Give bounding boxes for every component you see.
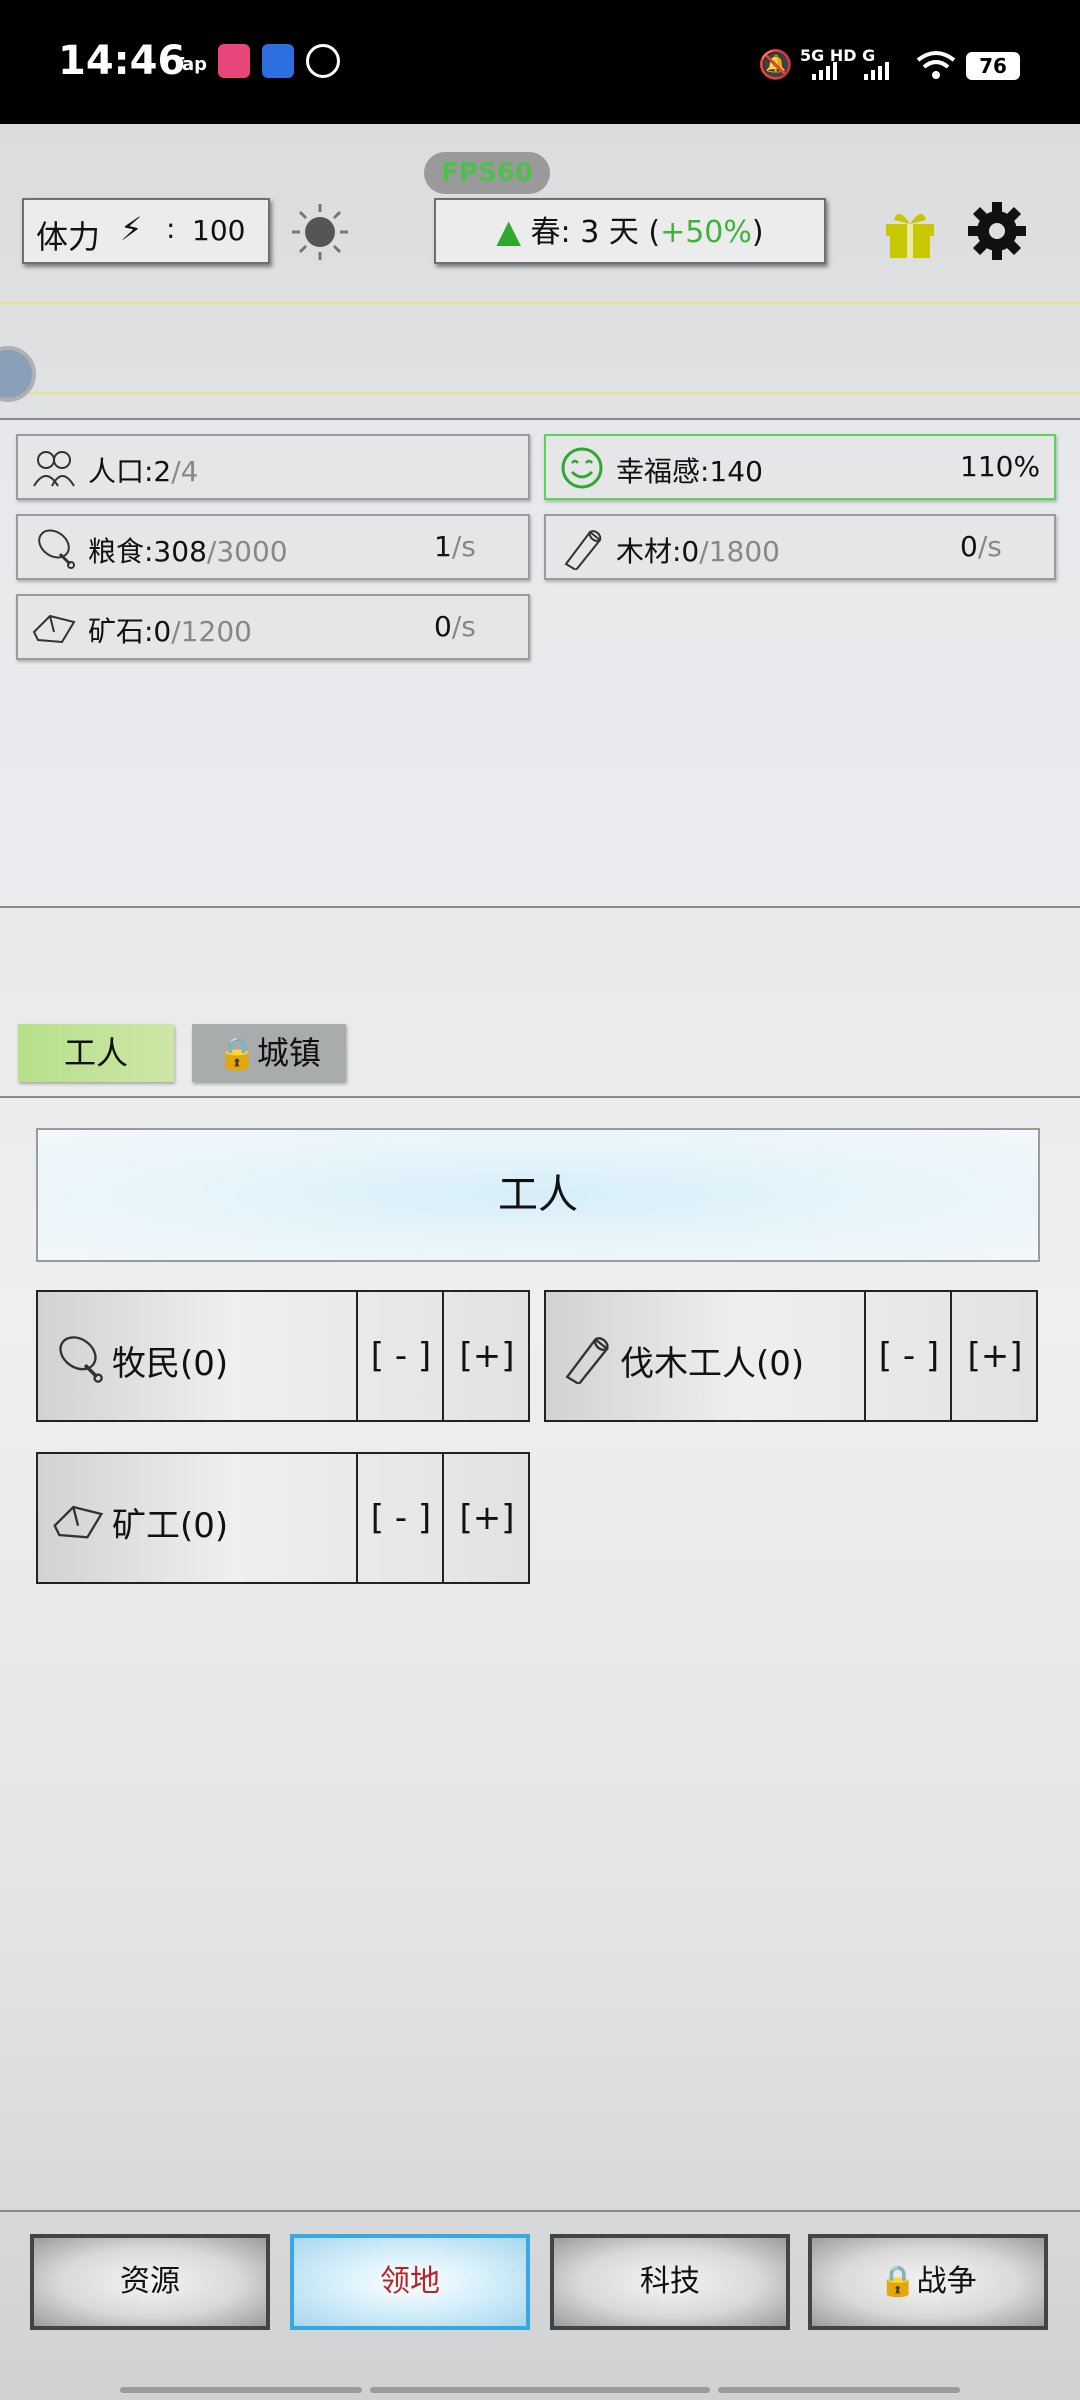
stamina-separator: : bbox=[166, 212, 176, 245]
meat-icon bbox=[52, 1332, 104, 1388]
log-icon bbox=[560, 1330, 612, 1388]
wood-label: 木材:0 bbox=[616, 535, 700, 568]
food-rate: 1 bbox=[434, 530, 452, 563]
fps-counter: FPS60 bbox=[424, 152, 550, 194]
wood-rate-unit: /s bbox=[977, 530, 1002, 563]
wood-item: 木材:0/1800 0/s bbox=[544, 514, 1056, 580]
worker-herder: 牧民(0) [ - ] [+] bbox=[36, 1290, 530, 1422]
people-icon bbox=[32, 448, 76, 495]
stamina-label: 体力 bbox=[36, 218, 101, 256]
season-bonus: +50% bbox=[660, 215, 752, 250]
resource-panel: 人口:2/4 幸福感:140 110% 粮食:308/3000 1/s 木材:0… bbox=[0, 418, 1080, 908]
ore-icon bbox=[52, 1500, 104, 1546]
ore-rate-unit: /s bbox=[451, 610, 476, 643]
population-item: 人口:2/4 bbox=[16, 434, 530, 500]
gift-icon[interactable] bbox=[880, 202, 940, 262]
food-cap: /3000 bbox=[206, 535, 288, 568]
log-icon bbox=[560, 524, 604, 577]
ore-icon bbox=[32, 610, 76, 653]
lumberjack-minus-button[interactable]: [ - ] bbox=[864, 1292, 952, 1420]
workers-panel: 工人 牧民(0) [ - ] [+] 伐木工人(0) [ - ] [+] 矿工(… bbox=[0, 1096, 1080, 2212]
population-cap: /4 bbox=[171, 455, 199, 488]
tap-app-icon: Tap bbox=[172, 54, 207, 75]
home-indicator bbox=[370, 2387, 710, 2393]
lock-icon: 🔒 bbox=[217, 1034, 257, 1072]
battery-icon: 76 bbox=[966, 52, 1020, 80]
ore-cap: /1200 bbox=[171, 615, 252, 648]
nav-territory[interactable]: 领地 bbox=[290, 2234, 530, 2330]
wood-rate: 0 bbox=[960, 530, 978, 563]
season-close: ) bbox=[751, 215, 764, 250]
happiness-percent: 110% bbox=[960, 450, 1041, 483]
tab-workers[interactable]: 工人 bbox=[18, 1024, 174, 1082]
nav-resources[interactable]: 资源 bbox=[30, 2234, 270, 2330]
event-band bbox=[0, 302, 1080, 394]
lock-icon: 🔒 bbox=[879, 2264, 917, 2299]
wifi-icon bbox=[916, 50, 956, 80]
home-indicator bbox=[120, 2387, 362, 2393]
worker-miner: 矿工(0) [ - ] [+] bbox=[36, 1452, 530, 1584]
nav-war-label: 战争 bbox=[916, 2264, 977, 2299]
season-text: 春: 3 天 ( bbox=[530, 215, 661, 250]
tab-town-label: 城镇 bbox=[256, 1034, 321, 1072]
app-icon bbox=[306, 44, 340, 78]
lightning-icon: ⚡ bbox=[120, 210, 143, 248]
stamina-box: 体力 ⚡ : 100 bbox=[22, 198, 270, 264]
worker-miner-label: 矿工(0) bbox=[112, 1506, 229, 1546]
happiness-label: 幸福感:140 bbox=[616, 455, 763, 488]
sun-icon[interactable] bbox=[290, 202, 350, 262]
mute-icon: 🔕 bbox=[758, 48, 793, 81]
season-box[interactable]: ▲ 春: 3 天 (+50%) bbox=[434, 198, 826, 264]
nav-war[interactable]: 🔒战争 bbox=[808, 2234, 1048, 2330]
stamina-value: 100 bbox=[192, 214, 246, 247]
worker-lumberjack-label: 伐木工人(0) bbox=[620, 1344, 805, 1384]
smile-icon bbox=[560, 446, 604, 497]
herder-minus-button[interactable]: [ - ] bbox=[356, 1292, 444, 1420]
food-label: 粮食:308 bbox=[88, 535, 207, 568]
gear-icon[interactable] bbox=[966, 200, 1028, 262]
wood-cap: /1800 bbox=[699, 535, 780, 568]
tree-icon: ▲ bbox=[496, 212, 521, 250]
herder-plus-button[interactable]: [+] bbox=[442, 1292, 530, 1420]
food-item: 粮食:308/3000 1/s bbox=[16, 514, 530, 580]
miner-minus-button[interactable]: [ - ] bbox=[356, 1454, 444, 1582]
worker-herder-label: 牧民(0) bbox=[112, 1344, 229, 1384]
tab-town[interactable]: 🔒城镇 bbox=[192, 1024, 346, 1082]
food-rate-unit: /s bbox=[451, 530, 476, 563]
home-indicator bbox=[718, 2387, 960, 2393]
lumberjack-plus-button[interactable]: [+] bbox=[950, 1292, 1038, 1420]
miner-plus-button[interactable]: [+] bbox=[442, 1454, 530, 1582]
nav-tech[interactable]: 科技 bbox=[550, 2234, 790, 2330]
ore-item: 矿石:0/1200 0/s bbox=[16, 594, 530, 660]
worker-lumberjack: 伐木工人(0) [ - ] [+] bbox=[544, 1290, 1038, 1422]
status-bar: 14:46 Tap 🔕 5G HD G 76 bbox=[0, 0, 1080, 124]
meat-icon bbox=[32, 526, 76, 577]
population-label: 人口:2 bbox=[88, 455, 172, 488]
ore-rate: 0 bbox=[434, 610, 452, 643]
app-notification-icon bbox=[218, 44, 250, 78]
clock: 14:46 bbox=[58, 38, 186, 84]
workers-header: 工人 bbox=[36, 1128, 1040, 1262]
signal-icon bbox=[810, 62, 900, 80]
ore-label: 矿石:0 bbox=[88, 615, 172, 648]
happiness-item: 幸福感:140 110% bbox=[544, 434, 1056, 500]
baidu-icon bbox=[262, 44, 294, 78]
